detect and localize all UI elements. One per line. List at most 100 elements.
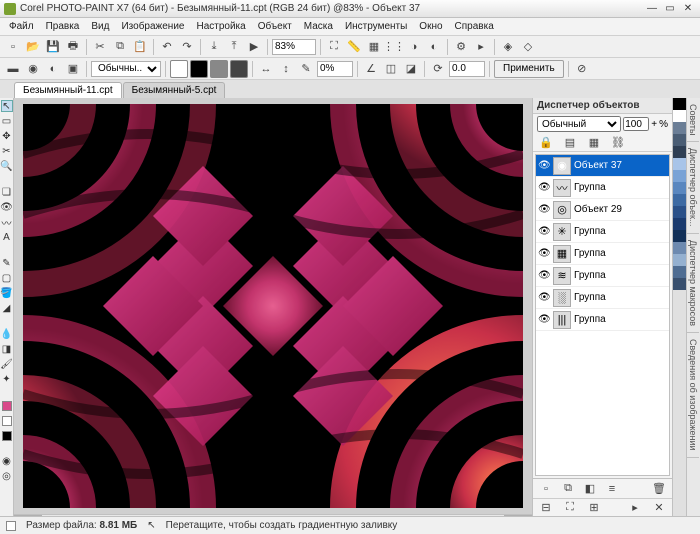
angle-icon[interactable]: ∠ bbox=[362, 60, 380, 78]
menu-Инструменты[interactable]: Инструменты bbox=[340, 19, 412, 34]
save-icon[interactable]: 💾 bbox=[44, 38, 62, 56]
color-swatch[interactable] bbox=[673, 182, 686, 194]
clone-tool[interactable]: ❏ bbox=[1, 186, 13, 198]
docker-tab[interactable]: Диспетчер объек... bbox=[687, 142, 699, 233]
mask-mode-icon[interactable]: ◎ bbox=[1, 470, 13, 482]
canvas[interactable] bbox=[23, 104, 523, 508]
fullscreen-icon[interactable]: ⛶ bbox=[325, 38, 343, 56]
zoom-input[interactable] bbox=[272, 39, 316, 55]
layer-row[interactable]: 👁◎Объект 29 bbox=[536, 199, 669, 221]
fill-swatch[interactable] bbox=[2, 431, 12, 441]
new-group-icon[interactable]: ⧉ bbox=[559, 480, 577, 498]
visibility-icon[interactable]: 👁 bbox=[538, 160, 550, 171]
color-swatch[interactable] bbox=[673, 266, 686, 278]
gradient-linear-icon[interactable]: ▬ bbox=[4, 60, 22, 78]
layer-row[interactable]: 👁✳Группа bbox=[536, 221, 669, 243]
nav-close-icon[interactable]: ✕ bbox=[650, 499, 668, 517]
visibility-icon[interactable]: 👁 bbox=[538, 248, 550, 259]
flip-h-icon[interactable]: ↔ bbox=[257, 60, 275, 78]
opacity-input[interactable] bbox=[317, 61, 353, 77]
nav-zoom-fit-icon[interactable]: ⛶ bbox=[561, 499, 579, 517]
copy-icon[interactable]: ⧉ bbox=[111, 38, 129, 56]
cut-icon[interactable]: ✂ bbox=[91, 38, 109, 56]
swatch-d-icon[interactable] bbox=[230, 60, 248, 78]
rect-tool[interactable]: ▢ bbox=[1, 272, 13, 284]
spray-tool[interactable]: ✦ bbox=[1, 373, 13, 385]
background-swatch[interactable] bbox=[2, 416, 12, 426]
fill-tool[interactable]: 🪣 bbox=[1, 287, 13, 299]
color-swatch[interactable] bbox=[673, 278, 686, 290]
layer-blend-combo[interactable]: Обычный bbox=[537, 116, 621, 132]
menu-Настройка[interactable]: Настройка bbox=[191, 19, 250, 34]
color-swatch[interactable] bbox=[673, 98, 686, 110]
import-icon[interactable]: ⤓ bbox=[205, 38, 223, 56]
order-icon[interactable]: ≡ bbox=[603, 480, 621, 498]
new-icon[interactable]: ▫ bbox=[4, 38, 22, 56]
mask-rect-tool[interactable]: ▭ bbox=[1, 115, 13, 127]
color-swatch[interactable] bbox=[673, 170, 686, 182]
canvas-area[interactable] bbox=[14, 98, 532, 514]
export-icon[interactable]: ⤒ bbox=[225, 38, 243, 56]
visibility-icon[interactable]: 👁 bbox=[538, 270, 550, 281]
redeye-tool[interactable]: 👁 bbox=[1, 201, 13, 213]
layer-opacity-input[interactable] bbox=[623, 117, 649, 131]
layer-row[interactable]: 👁|||Группа bbox=[536, 309, 669, 331]
gradient-tool[interactable]: ◢ bbox=[1, 302, 13, 314]
document-tab[interactable]: Безымянный-11.cpt bbox=[14, 82, 122, 98]
visibility-icon[interactable]: 👁 bbox=[538, 182, 550, 193]
normal-mode-icon[interactable]: ◉ bbox=[1, 455, 13, 467]
docker-tab[interactable]: Диспетчер макросов bbox=[687, 234, 699, 333]
color-swatch[interactable] bbox=[673, 146, 686, 158]
clip-icon[interactable]: ◐ bbox=[425, 38, 443, 56]
eyedropper-tool[interactable]: 💧 bbox=[1, 328, 13, 340]
gradient-conical-icon[interactable]: ◐ bbox=[44, 60, 62, 78]
docker-tab[interactable]: Советы bbox=[687, 98, 699, 142]
guides-icon[interactable]: ⋮⋮ bbox=[385, 38, 403, 56]
layer-row[interactable]: 👁〰Группа bbox=[536, 177, 669, 199]
apply-button[interactable]: Применить bbox=[494, 60, 564, 78]
color-swatch[interactable] bbox=[673, 254, 686, 266]
close-button[interactable]: ✕ bbox=[680, 2, 696, 16]
undo-icon[interactable]: ↶ bbox=[158, 38, 176, 56]
color-swatch[interactable] bbox=[673, 122, 686, 134]
visibility-icon[interactable]: 👁 bbox=[538, 314, 550, 325]
gradient-square-icon[interactable]: ▣ bbox=[64, 60, 82, 78]
swatch-c-icon[interactable] bbox=[210, 60, 228, 78]
layer-row[interactable]: 👁◉Объект 37 bbox=[536, 155, 669, 177]
nav-zoom-in-icon[interactable]: ⊞ bbox=[585, 499, 603, 517]
plus-icon[interactable]: + bbox=[651, 119, 657, 130]
swatch-b-icon[interactable] bbox=[190, 60, 208, 78]
gradient-radial-icon[interactable]: ◉ bbox=[24, 60, 42, 78]
color-swatch[interactable] bbox=[673, 110, 686, 122]
mask-icon[interactable]: ◑ bbox=[405, 38, 423, 56]
pick-tool[interactable]: ↖ bbox=[1, 100, 13, 112]
rulers-icon[interactable]: 📏 bbox=[345, 38, 363, 56]
launch-icon[interactable]: ▶ bbox=[245, 38, 263, 56]
launch2-icon[interactable]: ▸ bbox=[472, 38, 490, 56]
pen-icon[interactable]: ✎ bbox=[297, 60, 315, 78]
alpha-icon[interactable]: ▤ bbox=[561, 134, 579, 152]
menu-Объект[interactable]: Объект bbox=[253, 19, 297, 34]
delete-layer-icon[interactable]: 🗑 bbox=[650, 480, 668, 498]
maximize-button[interactable]: ▭ bbox=[662, 2, 678, 16]
layer-row[interactable]: 👁░Группа bbox=[536, 287, 669, 309]
color-swatch[interactable] bbox=[673, 158, 686, 170]
effect-tool[interactable]: 〰 bbox=[1, 216, 13, 228]
open-icon[interactable]: 📂 bbox=[24, 38, 42, 56]
color-swatch[interactable] bbox=[673, 134, 686, 146]
foreground-swatch[interactable] bbox=[2, 401, 12, 411]
swatch-a-icon[interactable] bbox=[170, 60, 188, 78]
text-tool[interactable]: A bbox=[1, 231, 13, 243]
flip-v-icon[interactable]: ↕ bbox=[277, 60, 295, 78]
snap2-icon[interactable]: ◇ bbox=[519, 38, 537, 56]
menu-Правка[interactable]: Правка bbox=[41, 19, 85, 34]
print-icon[interactable]: 🖶 bbox=[64, 38, 82, 56]
pixel-icon[interactable]: ▦ bbox=[585, 134, 603, 152]
color-palette-vertical[interactable] bbox=[672, 98, 686, 516]
path-tool[interactable]: ✎ bbox=[1, 257, 13, 269]
zoom-tool[interactable]: 🔍 bbox=[1, 160, 13, 172]
paste-icon[interactable]: 📋 bbox=[131, 38, 149, 56]
color-swatch[interactable] bbox=[673, 230, 686, 242]
transparency-icon[interactable]: ◫ bbox=[382, 60, 400, 78]
color-swatch[interactable] bbox=[673, 218, 686, 230]
